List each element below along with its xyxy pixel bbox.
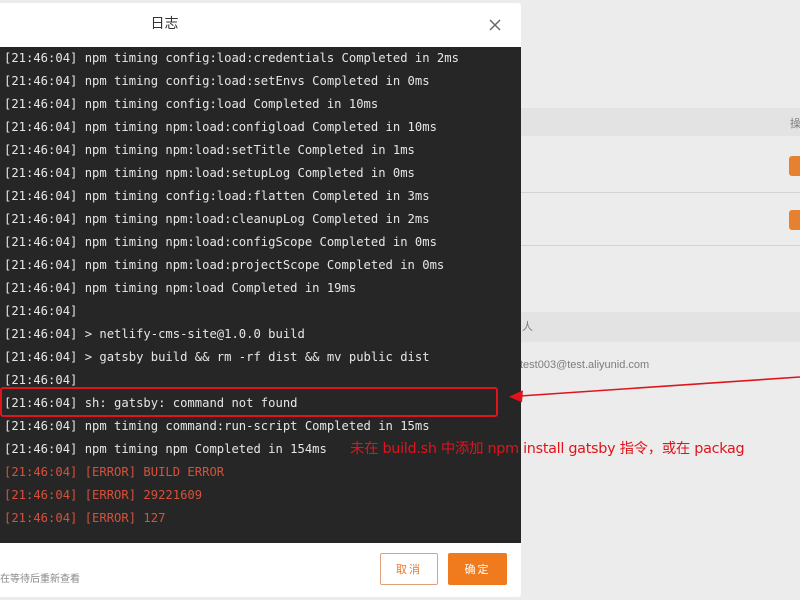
log-line: [21:46:04] npm timing command:run-script… — [4, 419, 430, 433]
log-modal: 日志 [21:46:04] npm timing config:load:cre… — [0, 3, 521, 597]
cancel-button[interactable]: 取消 — [380, 553, 438, 585]
log-line: [21:46:04] > gatsby build && rm -rf dist… — [4, 350, 430, 364]
annotation-text: 未在 build.sh 中添加 npm install gatsby 指令，或在… — [350, 441, 745, 457]
background-action-button — [789, 156, 800, 176]
background-table-header — [521, 108, 800, 136]
log-line: [21:46:04] npm timing config:load:setEnv… — [4, 74, 430, 88]
log-line: [21:46:04] > netlify-cms-site@1.0.0 buil… — [4, 327, 305, 341]
background-divider — [521, 245, 800, 246]
close-icon[interactable] — [485, 15, 505, 35]
modal-title: 日志 — [150, 16, 179, 32]
log-line: [21:46:04] npm timing npm:load Completed… — [4, 281, 357, 295]
log-line: [21:46:04] npm timing config:load:flatte… — [4, 189, 430, 203]
log-line: [21:46:04] [ERROR] 127 — [4, 511, 166, 525]
log-line: [21:46:04] npm timing npm:load:projectSc… — [4, 258, 445, 272]
log-line: [21:46:04] npm timing npm:load:configSco… — [4, 235, 437, 249]
background-table-header — [521, 312, 800, 342]
error-highlight-box — [0, 387, 498, 417]
log-line: [21:46:04] — [4, 304, 78, 318]
confirm-button[interactable]: 确定 — [448, 553, 507, 585]
log-line: [21:46:04] npm timing npm Completed in 1… — [4, 442, 327, 456]
log-line: [21:46:04] npm timing npm:load:configloa… — [4, 120, 437, 134]
log-line: [21:46:04] npm timing npm:load:setupLog … — [4, 166, 415, 180]
background-action-button — [789, 210, 800, 230]
background-divider — [521, 192, 800, 193]
log-line: [21:46:04] npm timing npm:load:cleanupLo… — [4, 212, 430, 226]
footer-hint: 在等待后重新查看 — [0, 574, 80, 585]
log-line: [21:46:04] [ERROR] 29221609 — [4, 488, 203, 502]
log-line: [21:46:04] npm timing config:load:creden… — [4, 51, 459, 65]
log-line: [21:46:04] npm timing npm:load:setTitle … — [4, 143, 415, 157]
log-terminal[interactable]: [21:46:04] npm timing config:load:creden… — [0, 47, 521, 543]
log-line: [21:46:04] npm timing config:load Comple… — [4, 97, 379, 111]
background-column-header: 操 — [790, 118, 800, 130]
log-line: [21:46:04] [ERROR] BUILD ERROR — [4, 465, 225, 479]
background-column-header: 人 — [522, 321, 533, 333]
background-email: test003@test.aliyunid.com — [520, 359, 650, 371]
